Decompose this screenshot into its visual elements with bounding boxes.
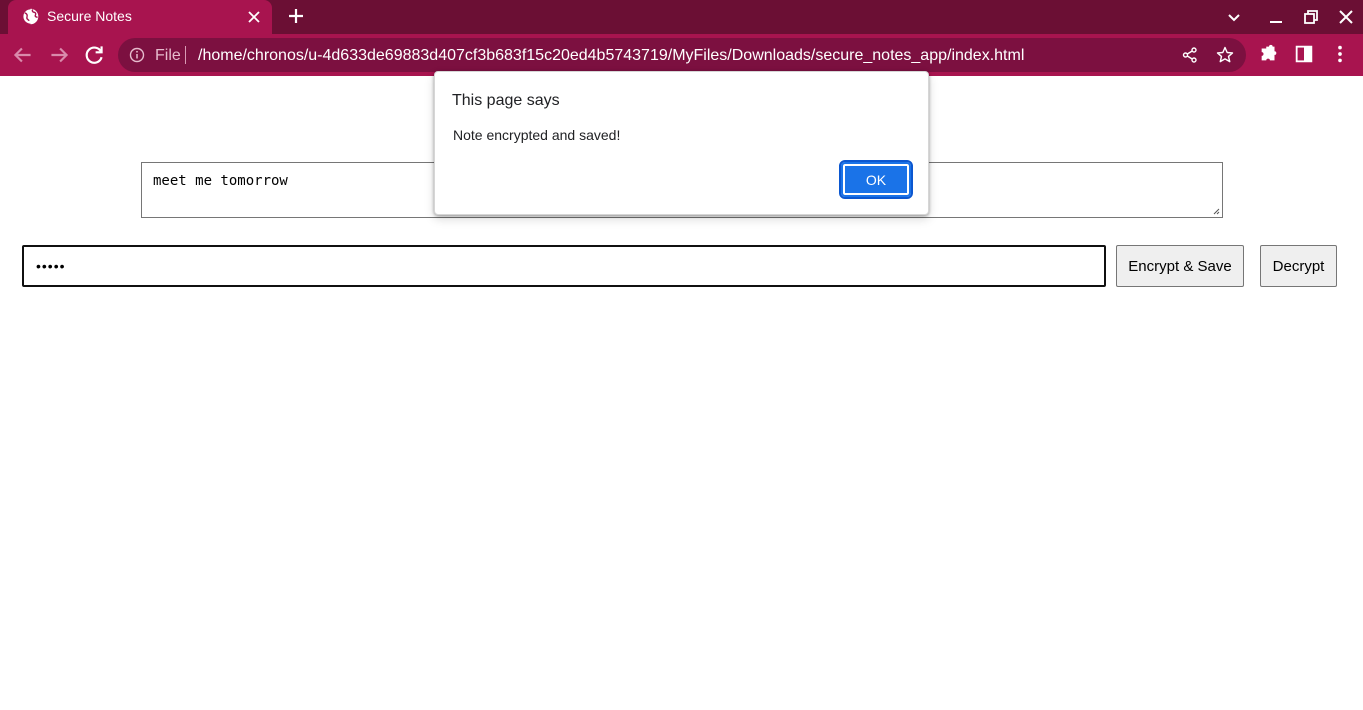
more-menu-icon[interactable]	[1329, 43, 1351, 65]
forward-arrow-icon[interactable]	[46, 42, 72, 68]
scheme-label: File	[155, 47, 181, 64]
tab-strip: Secure Notes	[0, 0, 1363, 34]
close-window-icon[interactable]	[1334, 5, 1358, 29]
side-panel-icon[interactable]	[1293, 43, 1315, 65]
browser-toolbar: File /home/chronos/u-4d633de69883d407cf3…	[0, 34, 1363, 76]
share-icon[interactable]	[1181, 46, 1199, 64]
tab-secure-notes[interactable]: Secure Notes	[8, 0, 272, 34]
encrypt-save-button[interactable]: Encrypt & Save	[1116, 245, 1244, 287]
password-field[interactable]: •••••	[22, 245, 1106, 287]
globe-icon	[22, 8, 39, 25]
tab-title: Secure Notes	[47, 8, 132, 24]
address-bar[interactable]: File /home/chronos/u-4d633de69883d407cf3…	[118, 38, 1246, 72]
star-icon[interactable]	[1215, 45, 1235, 65]
extensions-puzzle-icon[interactable]	[1258, 43, 1280, 65]
decrypt-button[interactable]: Decrypt	[1260, 245, 1337, 287]
url-text[interactable]: /home/chronos/u-4d633de69883d407cf3b683f…	[198, 47, 1024, 65]
info-icon[interactable]	[129, 47, 145, 63]
new-tab-icon[interactable]	[284, 4, 308, 28]
reload-icon[interactable]	[81, 42, 107, 68]
close-icon[interactable]	[244, 7, 264, 27]
alert-dialog: This page says Note encrypted and saved!…	[434, 71, 929, 215]
back-arrow-icon[interactable]	[10, 42, 36, 68]
divider	[185, 46, 186, 64]
chevron-down-icon[interactable]	[1222, 5, 1246, 29]
ok-button[interactable]: OK	[839, 160, 913, 199]
dialog-message: Note encrypted and saved!	[453, 127, 621, 143]
dialog-title: This page says	[452, 92, 560, 109]
resize-grip-icon[interactable]	[1212, 207, 1220, 215]
restore-icon[interactable]	[1299, 5, 1323, 29]
minimize-icon[interactable]	[1264, 5, 1288, 29]
